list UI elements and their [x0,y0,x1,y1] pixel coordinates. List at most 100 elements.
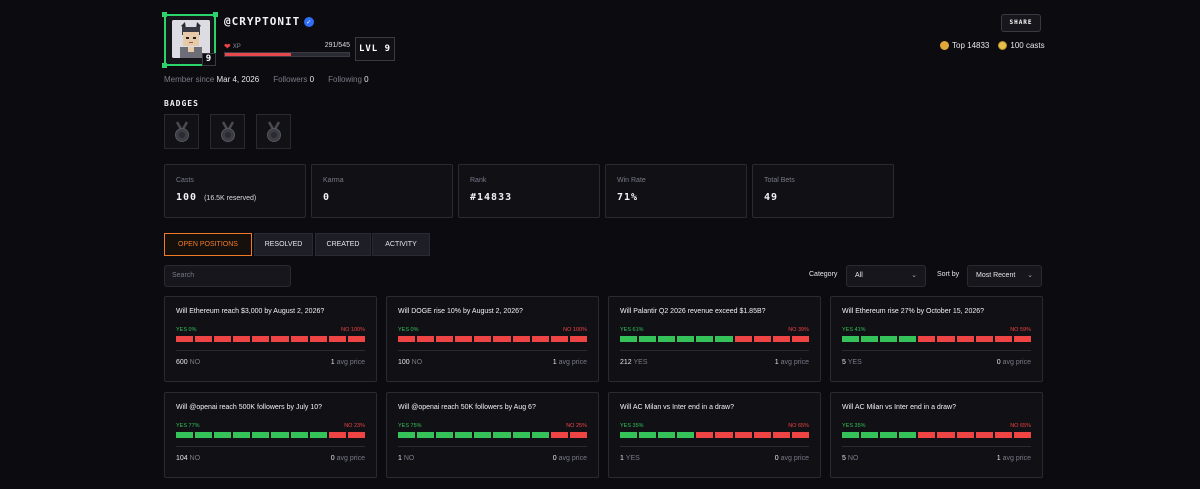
category-select[interactable]: All ⌄ [846,265,926,287]
card-footer: 104 NO 0 avg price [176,455,365,462]
card-divider [398,446,587,447]
position-shares: 100 NO [398,359,423,366]
following-link[interactable]: Following 0 [328,75,368,84]
card-footer: 100 NO 1 avg price [398,359,587,366]
no-odds: NO 100% [563,327,587,333]
odds-bar [620,432,809,438]
card-divider [176,446,365,447]
badge-slot[interactable] [256,114,291,149]
username: @CRYPTONIT ✓ [224,15,315,28]
odds-segment [398,432,416,438]
odds-bar [842,432,1031,438]
yes-odds: YES 75% [398,423,422,429]
rank-info: Top 14833 100 casts [940,41,1045,50]
badge-slot[interactable] [210,114,245,149]
odds-bar [620,336,809,342]
odds-segment [436,336,454,342]
odds-labels: YES 61% NO 39% [620,327,809,333]
avg-price: 1 avg price [996,455,1031,462]
position-card[interactable]: Will @openai reach 50K followers by Aug … [386,392,599,478]
search-input[interactable]: Search [164,265,291,287]
stat-card: Rank #14833 [458,164,600,218]
tab-activity[interactable]: ACTIVITY [372,233,430,256]
stat-label: Rank [470,177,487,184]
odds-segment [975,432,993,438]
odds-segment [715,432,733,438]
odds-labels: YES 0% NO 100% [176,327,365,333]
odds-bar [176,336,365,342]
card-footer: 1 NO 0 avg price [398,455,587,462]
sort-value: Most Recent [976,272,1016,279]
odds-segment [550,432,568,438]
odds-segment [620,432,638,438]
avg-price: 0 avg price [330,455,365,462]
no-odds: NO 100% [341,327,365,333]
member-since: Member since Mar 4, 2026 [164,75,260,84]
no-odds: NO 23% [344,423,365,429]
no-odds: NO 25% [566,423,587,429]
position-card[interactable]: Will AC Milan vs Inter end in a draw? YES… [830,392,1043,478]
position-card[interactable]: Will Ethereum rise 27% by October 15, 20… [830,296,1043,382]
card-footer: 5 NO 1 avg price [842,455,1031,462]
stat-value: #14833 [470,192,513,203]
avatar-corner [213,12,218,17]
yes-odds: YES 0% [176,327,197,333]
odds-segment [994,336,1012,342]
card-divider [398,350,587,351]
share-button[interactable]: SHARE [1001,14,1041,32]
position-card[interactable]: Will Palantir Q2 2026 revenue exceed $1.… [608,296,821,382]
odds-segment [398,336,416,342]
card-divider [176,350,365,351]
odds-bar [842,336,1031,342]
chevron-down-icon: ⌄ [1027,272,1033,279]
tab-created[interactable]: CREATED [315,233,371,256]
avg-price: 1 avg price [774,359,809,366]
odds-segment [417,336,435,342]
position-card[interactable]: Will AC Milan vs Inter end in a draw? YES… [608,392,821,478]
tab-resolved[interactable]: RESOLVED [254,233,313,256]
odds-segment [861,432,879,438]
odds-segment [176,336,194,342]
stat-value: 71% [617,192,639,203]
odds-segment [696,432,714,438]
position-card[interactable]: Will @openai reach 500K followers by Jul… [164,392,377,478]
odds-segment [956,432,974,438]
medal-icon [174,120,189,142]
odds-segment [734,336,752,342]
odds-labels: YES 41% NO 59% [842,327,1031,333]
position-card[interactable]: Will Ethereum reach $3,000 by August 2, … [164,296,377,382]
odds-segment [569,336,587,342]
odds-labels: YES 35% NO 65% [842,423,1031,429]
verified-icon: ✓ [304,16,315,27]
tab-open-positions[interactable]: OPEN POSITIONS [164,233,252,256]
odds-segment [842,432,860,438]
stat-label: Casts [176,177,194,184]
coin-icon [998,41,1008,50]
avatar[interactable]: 9 [162,12,218,68]
odds-segment [994,432,1012,438]
odds-labels: YES 75% NO 25% [398,423,587,429]
no-odds: NO 65% [788,423,809,429]
odds-segment [937,432,955,438]
position-card[interactable]: Will DOGE rise 10% by August 2, 2026? YES… [386,296,599,382]
odds-segment [474,432,492,438]
odds-segment [975,336,993,342]
sort-select[interactable]: Most Recent ⌄ [967,265,1042,287]
yes-odds: YES 35% [620,423,644,429]
odds-segment [677,336,695,342]
avg-price: 1 avg price [330,359,365,366]
market-question: Will DOGE rise 10% by August 2, 2026? [398,308,523,315]
odds-segment [861,336,879,342]
odds-bar [398,432,587,438]
odds-segment [918,432,936,438]
odds-segment [214,432,232,438]
avatar-level-badge: 9 [202,53,216,66]
medal-icon [220,120,235,142]
stat-card: Karma 0 [311,164,453,218]
odds-segment [436,432,454,438]
card-divider [842,446,1031,447]
xp-value: 291/545 [324,42,350,49]
followers-link[interactable]: Followers 0 [273,75,314,84]
avg-price: 1 avg price [552,359,587,366]
badge-slot[interactable] [164,114,199,149]
